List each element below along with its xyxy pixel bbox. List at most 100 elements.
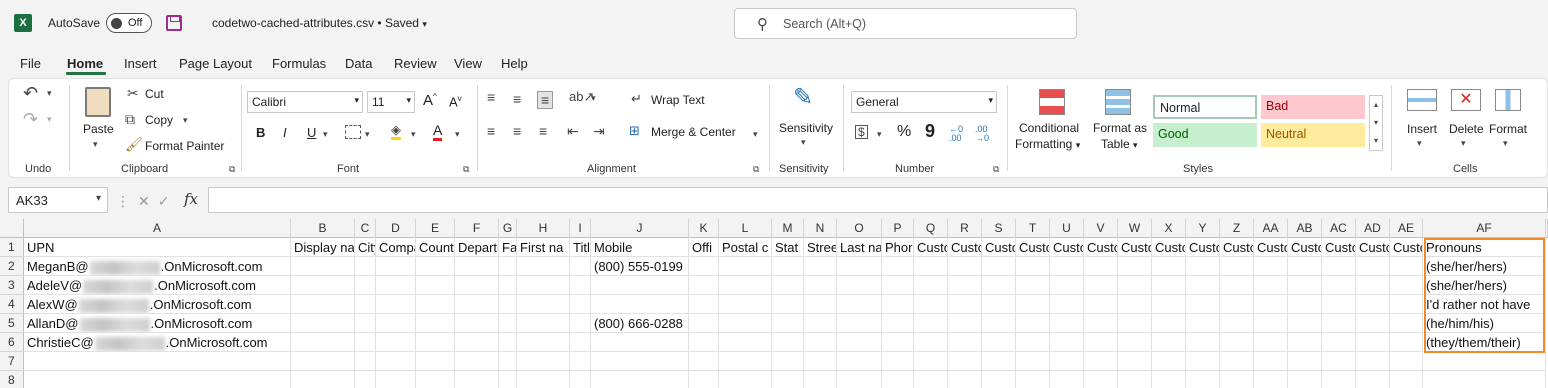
accounting-dropdown-icon[interactable]: ▾ [877, 129, 882, 140]
cell-y7[interactable] [1186, 352, 1220, 371]
cell-e4[interactable] [416, 295, 455, 314]
cell-g3[interactable] [499, 276, 517, 295]
format-as-table-button-line2[interactable]: Table ▾ [1101, 137, 1138, 151]
column-header-f[interactable]: F [455, 219, 499, 238]
cell-v3[interactable] [1084, 276, 1118, 295]
cell-ac7[interactable] [1322, 352, 1356, 371]
cell-y8[interactable] [1186, 371, 1220, 388]
cell-l6[interactable] [719, 333, 772, 352]
cell-ac4[interactable] [1322, 295, 1356, 314]
cell-k1[interactable]: Offi [689, 238, 719, 257]
cell-c7[interactable] [355, 352, 376, 371]
insert-cells-icon[interactable] [1407, 89, 1437, 111]
cell-f2[interactable] [455, 257, 499, 276]
cell-f1[interactable]: Departn [455, 238, 499, 257]
sensitivity-button[interactable]: Sensitivity [779, 121, 833, 135]
column-header-w[interactable]: W [1118, 219, 1152, 238]
cell-ad3[interactable] [1356, 276, 1390, 295]
font-size-select[interactable]: 11 ▾ [367, 91, 415, 113]
cell-ad2[interactable] [1356, 257, 1390, 276]
cell-h1[interactable]: First na [517, 238, 570, 257]
align-top-icon[interactable]: ≡ [487, 89, 495, 105]
cell-q5[interactable] [914, 314, 948, 333]
format-as-table-icon[interactable] [1105, 89, 1131, 115]
cell-x8[interactable] [1152, 371, 1186, 388]
cell-u5[interactable] [1050, 314, 1084, 333]
percent-style-button[interactable]: % [897, 123, 911, 141]
cell-b1[interactable]: Display na [291, 238, 355, 257]
cell-l2[interactable] [719, 257, 772, 276]
cell-mobile[interactable]: (800) 555-0199 [591, 257, 689, 276]
cell-n4[interactable] [804, 295, 837, 314]
cell-s3[interactable] [982, 276, 1016, 295]
cell-h2[interactable] [517, 257, 570, 276]
cell-ae2[interactable] [1390, 257, 1423, 276]
column-header-i[interactable]: I [570, 219, 591, 238]
tab-file[interactable]: File [20, 56, 41, 71]
cell-upn[interactable]: AlexW@ .OnMicrosoft.com [24, 295, 291, 314]
cell-e1[interactable]: Count [416, 238, 455, 257]
column-header-a[interactable]: A [24, 219, 291, 238]
cell-pronouns[interactable]: (she/her/hers) [1423, 257, 1546, 276]
cell-ab4[interactable] [1288, 295, 1322, 314]
copy-button[interactable]: Copy [145, 113, 173, 127]
column-header-j[interactable]: J [591, 219, 689, 238]
font-color-button[interactable]: A [433, 123, 443, 141]
column-header-ac[interactable]: AC [1322, 219, 1356, 238]
comma-style-button[interactable]: 9 [925, 121, 935, 142]
merge-dropdown-icon[interactable]: ▾ [753, 129, 758, 140]
cell-ac2[interactable] [1322, 257, 1356, 276]
cell-c5[interactable] [355, 314, 376, 333]
search-box[interactable]: ⚲ Search (Alt+Q) [734, 8, 1077, 39]
cell-aa1[interactable]: Custo [1254, 238, 1288, 257]
cell-mobile[interactable] [591, 333, 689, 352]
cell-d6[interactable] [376, 333, 416, 352]
column-header-c[interactable]: C [355, 219, 376, 238]
cell-j1[interactable]: Mobile [591, 238, 689, 257]
cell-z7[interactable] [1220, 352, 1254, 371]
cell-d5[interactable] [376, 314, 416, 333]
cell-k5[interactable] [689, 314, 719, 333]
cell-j7[interactable] [591, 352, 689, 371]
row-header-7[interactable]: 7 [0, 352, 24, 371]
fill-color-icon[interactable]: ◈ [391, 123, 401, 140]
cell-i6[interactable] [570, 333, 591, 352]
cell-c8[interactable] [355, 371, 376, 388]
column-header-r[interactable]: R [948, 219, 982, 238]
cell-b5[interactable] [291, 314, 355, 333]
cell-s1[interactable]: Custo [982, 238, 1016, 257]
cell-k6[interactable] [689, 333, 719, 352]
cell-mobile[interactable] [591, 295, 689, 314]
insert-button[interactable]: Insert [1407, 122, 1437, 136]
cell-m8[interactable] [772, 371, 804, 388]
cell-w6[interactable] [1118, 333, 1152, 352]
tab-page-layout[interactable]: Page Layout [179, 56, 252, 71]
cell-ac3[interactable] [1322, 276, 1356, 295]
cell-ad8[interactable] [1356, 371, 1390, 388]
cell-aa3[interactable] [1254, 276, 1288, 295]
paste-button[interactable]: Paste [83, 122, 114, 136]
row-header-5[interactable]: 5 [0, 314, 24, 333]
copy-dropdown-icon[interactable]: ▾ [183, 115, 188, 126]
format-button[interactable]: Format [1489, 122, 1527, 136]
cell-r3[interactable] [948, 276, 982, 295]
cell-aa2[interactable] [1254, 257, 1288, 276]
cell-o7[interactable] [837, 352, 882, 371]
cell-y6[interactable] [1186, 333, 1220, 352]
row-header-6[interactable]: 6 [0, 333, 24, 352]
cell-s7[interactable] [982, 352, 1016, 371]
cell-g2[interactable] [499, 257, 517, 276]
column-header-z[interactable]: Z [1220, 219, 1254, 238]
format-painter-icon[interactable]: 🖌 [125, 136, 143, 153]
cell-z1[interactable]: Custo [1220, 238, 1254, 257]
cell-l7[interactable] [719, 352, 772, 371]
wrap-text-icon[interactable]: ↵ [631, 91, 642, 107]
number-launcher-icon[interactable]: ⧉ [993, 164, 999, 175]
cell-z3[interactable] [1220, 276, 1254, 295]
cell-c3[interactable] [355, 276, 376, 295]
undo-dropdown-icon[interactable]: ▾ [47, 88, 52, 99]
cell-k3[interactable] [689, 276, 719, 295]
cell-mobile[interactable] [591, 276, 689, 295]
cell-x5[interactable] [1152, 314, 1186, 333]
cell-r1[interactable]: Custo [948, 238, 982, 257]
